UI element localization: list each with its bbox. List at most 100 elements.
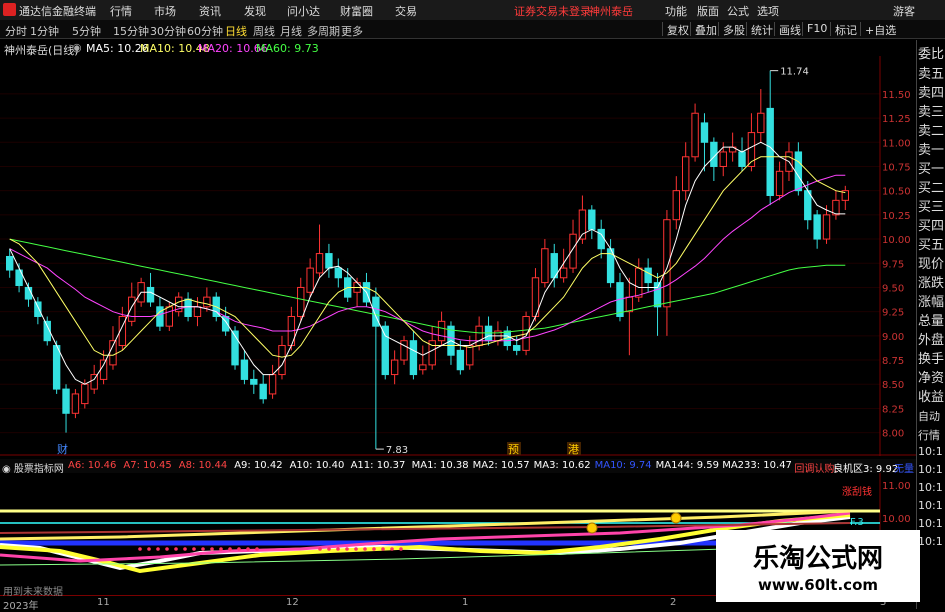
- candle-down[interactable]: [597, 228, 605, 250]
- candle-down[interactable]: [6, 255, 14, 271]
- candle-down[interactable]: [738, 151, 746, 167]
- tab-multi-period[interactable]: 多周期: [307, 23, 340, 39]
- candle-down[interactable]: [62, 388, 70, 414]
- candle-up[interactable]: [400, 340, 408, 361]
- menu-hangqing[interactable]: 行情: [110, 3, 132, 19]
- candle-down[interactable]: [381, 325, 389, 376]
- candle-up[interactable]: [682, 156, 690, 192]
- candle-up[interactable]: [625, 296, 634, 313]
- tab-60min[interactable]: 60分钟: [187, 23, 223, 39]
- candle-down[interactable]: [513, 345, 521, 351]
- fuquan-button[interactable]: 复权: [662, 22, 689, 37]
- candle-up[interactable]: [466, 345, 474, 366]
- tab-1min[interactable]: 1分钟: [30, 23, 59, 39]
- candle-up[interactable]: [109, 340, 117, 366]
- candle-up[interactable]: [541, 248, 549, 284]
- candle-down[interactable]: [644, 267, 652, 284]
- candle-up[interactable]: [165, 306, 174, 327]
- candle-down[interactable]: [766, 107, 774, 197]
- candle-down[interactable]: [156, 306, 164, 327]
- candle-down[interactable]: [700, 122, 709, 143]
- candle-down[interactable]: [456, 349, 465, 371]
- menu-wenxiaoda[interactable]: 问小达: [287, 3, 320, 19]
- duogu-button[interactable]: 多股: [718, 22, 745, 37]
- biaoji-button[interactable]: 标记: [830, 22, 857, 37]
- candle-down[interactable]: [409, 340, 418, 376]
- smiley-icon[interactable]: [670, 512, 682, 524]
- tab-monthly[interactable]: 月线: [280, 23, 302, 39]
- candle-up[interactable]: [559, 267, 568, 279]
- tab-weekly[interactable]: 周线: [253, 23, 275, 39]
- candle-up[interactable]: [419, 364, 427, 371]
- side-panel-item-19[interactable]: 自动: [918, 408, 945, 424]
- menu-zixun[interactable]: 资讯: [199, 3, 221, 19]
- menu-jiaoyi[interactable]: 交易: [395, 3, 417, 19]
- candle-up[interactable]: [81, 383, 89, 405]
- candle-up[interactable]: [719, 151, 727, 167]
- candle-up[interactable]: [390, 359, 399, 376]
- period-tab-bar: 分时 1分钟 5分钟 15分钟 30分钟 60分钟 日线 周线 月线 多周期 更…: [0, 20, 945, 39]
- candle-up[interactable]: [569, 233, 577, 269]
- tab-15min[interactable]: 15分钟: [113, 23, 149, 39]
- candle-up[interactable]: [268, 374, 277, 395]
- current-stock-link[interactable]: 神州泰岳: [589, 3, 633, 19]
- smiley-icon[interactable]: [586, 522, 598, 534]
- candle-up[interactable]: [203, 296, 211, 308]
- candle-down[interactable]: [325, 253, 333, 269]
- side-panel-item-20[interactable]: 行情: [918, 427, 945, 443]
- candle-up[interactable]: [315, 253, 324, 274]
- candlestick-chart[interactable]: 11.50 11.25 11.00 10.75 10.50 10.25 10.00 9.75 9…: [0, 56, 916, 456]
- event-marker-cai[interactable]: 财: [57, 442, 68, 456]
- event-marker-gang[interactable]: 港: [568, 443, 579, 456]
- guest-label[interactable]: 游客: [893, 3, 915, 19]
- candle-down[interactable]: [588, 209, 596, 230]
- candle-up[interactable]: [99, 359, 108, 380]
- candle-up[interactable]: [71, 393, 80, 414]
- candle-up[interactable]: [437, 320, 446, 342]
- candle-up[interactable]: [635, 267, 643, 298]
- candle-up[interactable]: [822, 214, 831, 240]
- candle-down[interactable]: [794, 151, 803, 192]
- dropdown-icon[interactable]: ◉: [72, 41, 82, 54]
- candle-up[interactable]: [475, 325, 483, 347]
- tab-fenshi[interactable]: 分时: [5, 23, 27, 39]
- candle-up[interactable]: [672, 190, 680, 221]
- candle-down[interactable]: [24, 286, 33, 300]
- huaxian-button[interactable]: 画线: [774, 22, 801, 37]
- tab-daily[interactable]: 日线: [225, 23, 247, 39]
- f10-button[interactable]: F10: [802, 22, 827, 36]
- add-favorite-button[interactable]: +自选: [860, 22, 896, 37]
- candle-up[interactable]: [663, 219, 671, 308]
- tab-5min[interactable]: 5分钟: [72, 23, 101, 39]
- candle-up[interactable]: [193, 306, 202, 317]
- candle-down[interactable]: [484, 325, 493, 342]
- menu-faxian[interactable]: 发现: [244, 3, 266, 19]
- candle-down[interactable]: [146, 286, 155, 303]
- candle-down[interactable]: [34, 301, 42, 317]
- candle-down[interactable]: [653, 282, 662, 308]
- candle-down[interactable]: [813, 214, 821, 240]
- menu-shichang[interactable]: 市场: [154, 3, 176, 19]
- diejia-button[interactable]: 叠加: [690, 22, 717, 37]
- tab-30min[interactable]: 30分钟: [150, 23, 186, 39]
- menu-gongneng[interactable]: 功能: [665, 3, 687, 19]
- tab-more[interactable]: 更多: [341, 23, 363, 39]
- candle-down[interactable]: [334, 267, 343, 279]
- candle-up[interactable]: [306, 267, 314, 293]
- candle-down[interactable]: [259, 383, 267, 400]
- trade-login-warning[interactable]: 证券交易未登录: [514, 3, 591, 19]
- tongji-button[interactable]: 统计: [746, 22, 773, 37]
- menu-xuanxiang[interactable]: 选项: [757, 3, 779, 19]
- candle-up[interactable]: [128, 296, 136, 322]
- menu-banmian[interactable]: 版面: [697, 3, 719, 19]
- candle-down[interactable]: [240, 359, 249, 380]
- menu-caifuquan[interactable]: 财富圈: [340, 3, 373, 19]
- candle-up[interactable]: [775, 170, 784, 197]
- candle-down[interactable]: [52, 345, 61, 390]
- event-marker-yu[interactable]: 预: [508, 443, 519, 456]
- menu-gongshi[interactable]: 公式: [727, 3, 749, 19]
- candle-down[interactable]: [250, 378, 258, 385]
- candle-up[interactable]: [757, 112, 765, 134]
- candle-up[interactable]: [691, 112, 699, 158]
- candle-up[interactable]: [297, 286, 305, 317]
